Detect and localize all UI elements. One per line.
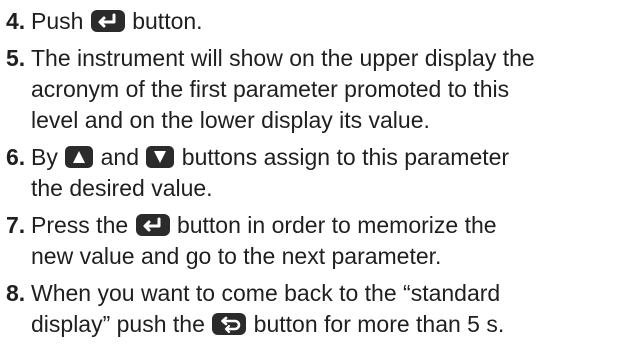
- step-number: 5.: [6, 45, 26, 71]
- step-number: 8.: [6, 280, 26, 306]
- step-line: Press the button in order to memorize th…: [31, 210, 618, 241]
- down-arrow-key-icon: [146, 146, 175, 168]
- step-line: The instrument will show on the upper di…: [31, 45, 535, 71]
- step-line: acronym of the first parameter promoted …: [31, 76, 510, 102]
- step-8: 8. When you want to come back to the “st…: [6, 278, 618, 340]
- step-line: By and buttons assign to this parameter: [31, 142, 618, 173]
- step-line: When you want to come back to the “stand…: [31, 280, 501, 306]
- step-text: Press the: [31, 212, 129, 238]
- step-7: 7. Press the button in order to memorize…: [6, 210, 618, 272]
- step-text: button in order to memorize the: [176, 212, 497, 238]
- step-line: the desired value.: [31, 175, 213, 201]
- step-line: Push button.: [31, 6, 618, 37]
- procedure-steps: 4. Push button. 5. The instrument will s…: [6, 6, 618, 346]
- step-number: 7.: [6, 212, 26, 238]
- step-text: display” push the: [31, 311, 205, 337]
- enter-key-icon: [135, 214, 170, 236]
- step-text: buttons assign to this parameter: [181, 144, 510, 170]
- loop-key-icon: [212, 313, 247, 335]
- step-6: 6. By and buttons assign to this paramet…: [6, 142, 618, 204]
- step-line: level and on the lower display its value…: [31, 107, 430, 133]
- step-text: By: [31, 144, 58, 170]
- step-text: button for more than 5 s.: [253, 311, 505, 337]
- step-text: and: [100, 144, 139, 170]
- step-5: 5. The instrument will show on the upper…: [6, 43, 618, 136]
- step-text: button.: [132, 8, 203, 34]
- step-line: new value and go to the next parameter.: [31, 243, 442, 269]
- step-text: Push: [31, 8, 84, 34]
- step-number: 4.: [6, 8, 26, 34]
- step-line: display” push the button for more than 5…: [31, 309, 618, 340]
- up-arrow-key-icon: [65, 146, 94, 168]
- instruction-page: 4. Push button. 5. The instrument will s…: [0, 0, 621, 340]
- enter-key-icon: [90, 10, 125, 32]
- step-number: 6.: [6, 144, 26, 170]
- step-4: 4. Push button.: [6, 6, 618, 37]
